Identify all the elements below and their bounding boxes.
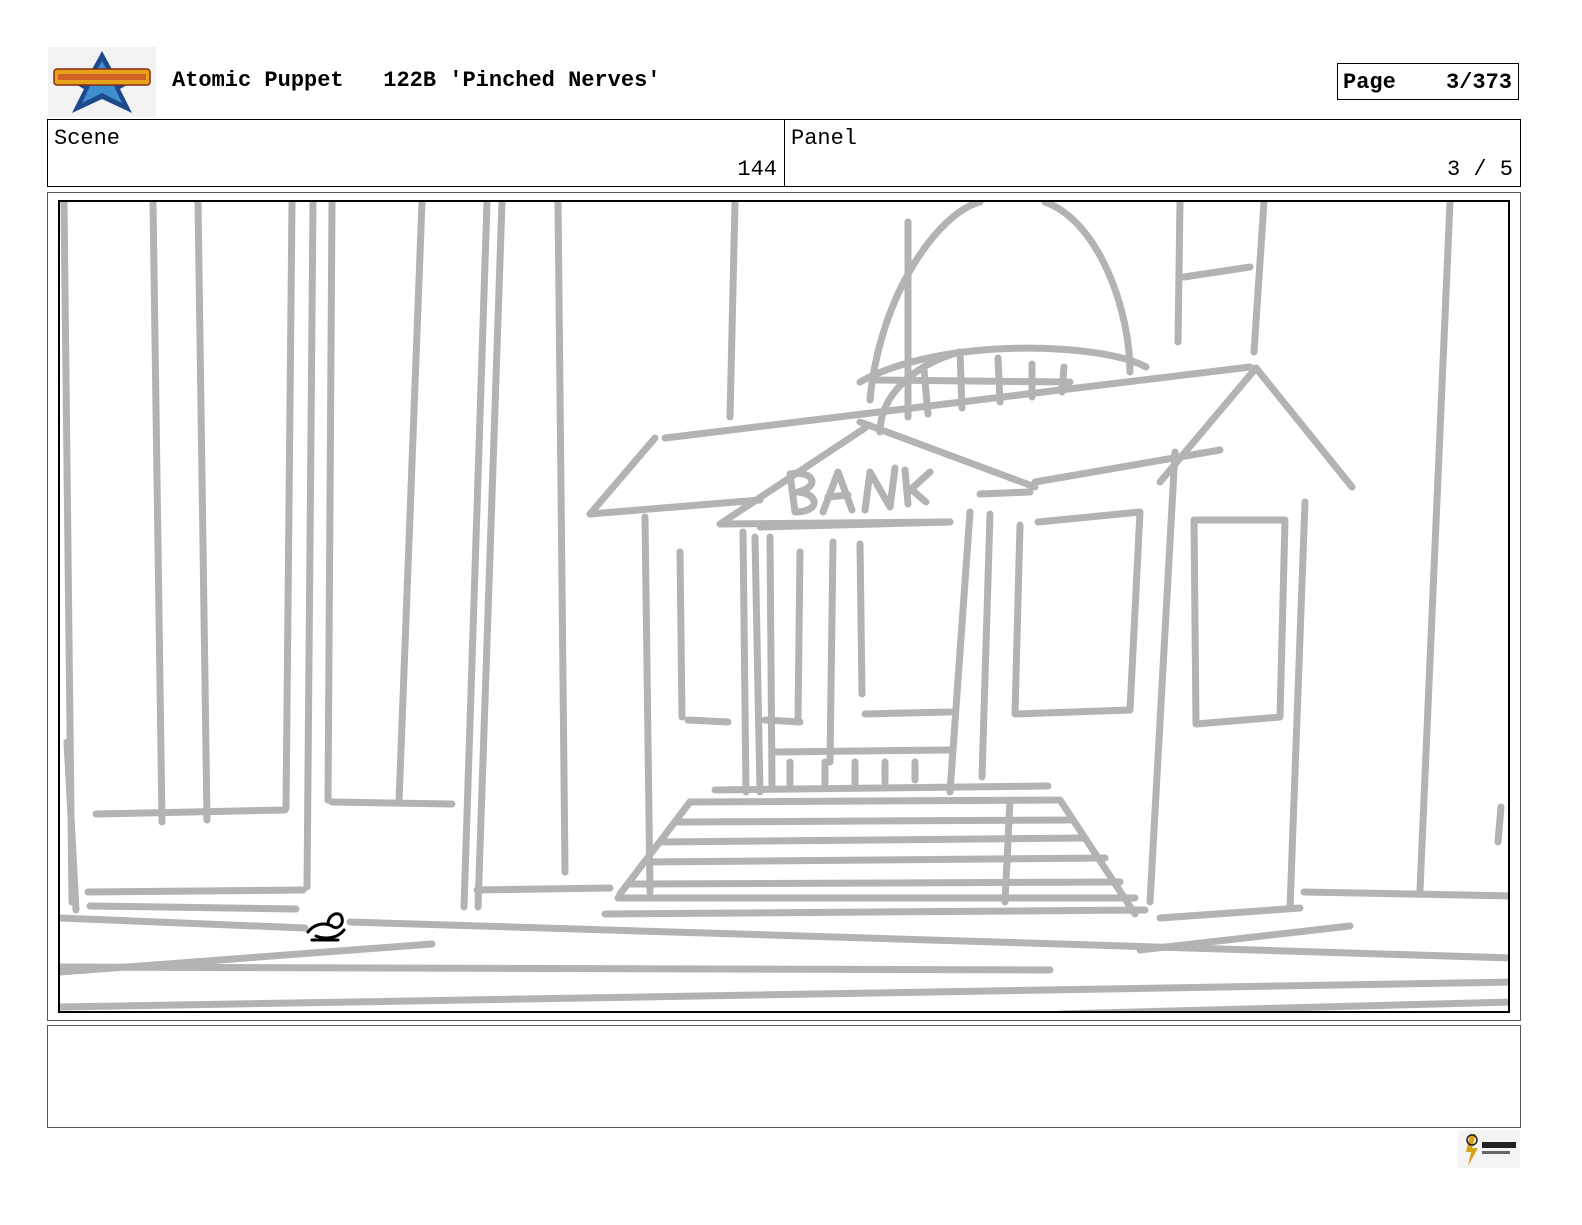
scene-label: Scene: [54, 126, 121, 151]
character-sketch-icon: [306, 912, 346, 942]
page-number: 3/373: [1445, 70, 1512, 95]
panel-label: Panel: [791, 126, 858, 151]
panel-cell: Panel 3 / 5: [785, 120, 1520, 186]
header-title: Atomic Puppet 122B 'Pinched Nerves': [172, 68, 661, 93]
panel-number: 3 / 5: [1446, 157, 1513, 182]
show-title: Atomic Puppet: [172, 68, 344, 93]
scene-cell: Scene 144: [48, 120, 785, 186]
page-label: Page: [1343, 70, 1396, 95]
episode-title: 122B 'Pinched Nerves': [383, 68, 661, 93]
show-logo: [48, 47, 156, 117]
studio-logo: [1458, 1130, 1520, 1168]
panel-notes-box: [47, 1025, 1521, 1128]
scene-number: 144: [737, 157, 777, 182]
storyboard-panel-artwork: [58, 200, 1510, 1013]
bank-sketch: [60, 202, 1508, 1011]
scene-panel-info: Scene 144 Panel 3 / 5: [47, 119, 1521, 187]
page-indicator: Page 3/373: [1337, 63, 1519, 100]
